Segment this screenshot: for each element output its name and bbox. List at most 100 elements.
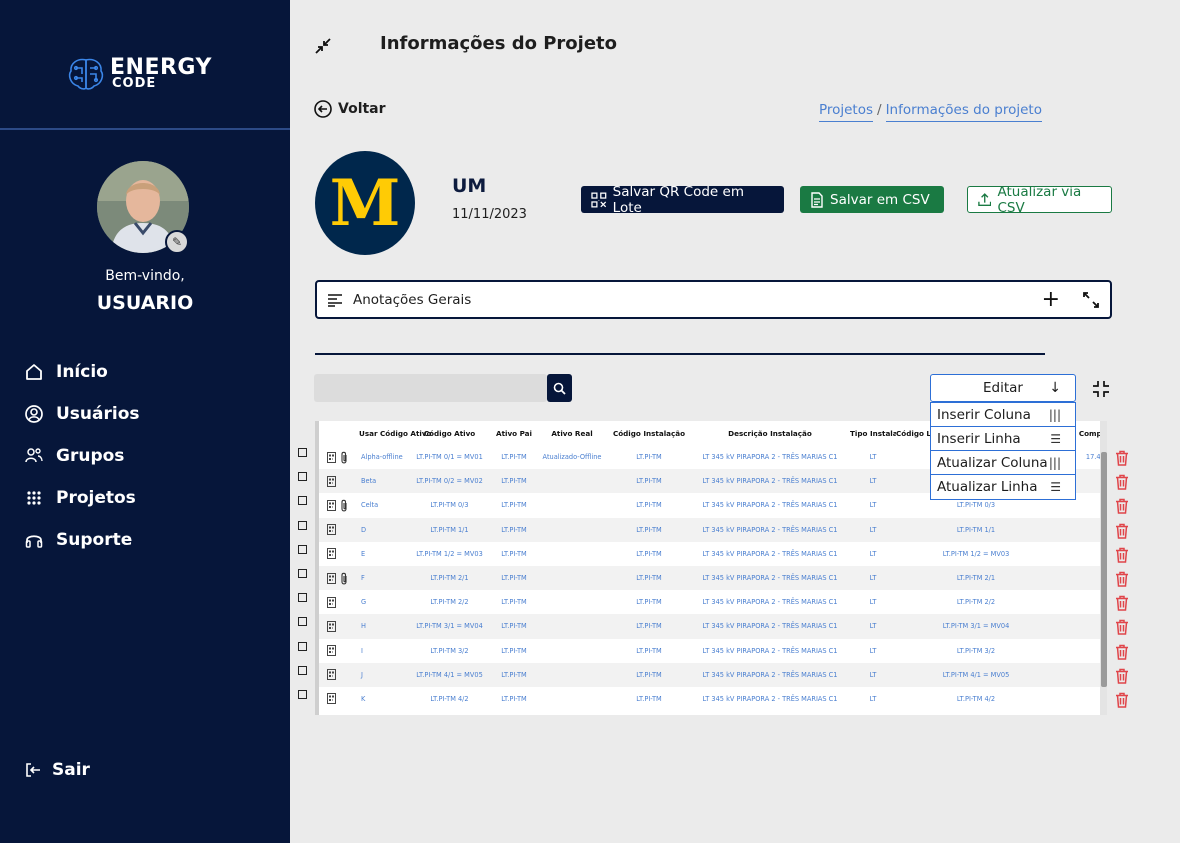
row-checkbox[interactable]: [298, 544, 307, 554]
upload-icon: [978, 193, 992, 207]
installation-type-cell: LT: [869, 598, 877, 607]
column-header[interactable]: Ativo Pai: [492, 421, 536, 445]
column-header[interactable]: Descrição Instalação: [690, 421, 850, 445]
attachment-icon[interactable]: [340, 499, 348, 512]
row-icons-cell: [319, 687, 359, 711]
installation-description-cell: LT 345 kV PIRAPORA 2 - TRÊS MARIAS C1: [702, 453, 838, 462]
table-row[interactable]: K LT.PI-TM 4/2 LT.PI-TM LT.PI-TM LT 345 kV P…: [319, 687, 1107, 711]
column-header[interactable]: Usar Código Ativo: [359, 421, 432, 445]
table-row[interactable]: G LT.PI-TM 2/2 LT.PI-TM LT.PI-TM LT 345 kV P…: [319, 590, 1107, 614]
search-button[interactable]: [547, 374, 572, 402]
back-button[interactable]: Voltar: [314, 100, 386, 118]
row-checkbox[interactable]: [298, 593, 307, 603]
qr-doc-icon[interactable]: [327, 669, 336, 681]
menu-item-update-column[interactable]: Atualizar Coluna |||: [931, 451, 1075, 475]
parent-asset-cell: LT.PI-TM: [501, 694, 527, 703]
sidebar-item-suporte[interactable]: Suporte: [24, 526, 274, 554]
collapse-icon[interactable]: [314, 37, 332, 55]
qr-doc-icon[interactable]: [327, 451, 336, 463]
row-checkbox[interactable]: [298, 665, 307, 675]
row-checkbox[interactable]: [298, 617, 307, 627]
delete-row-button[interactable]: [1115, 571, 1131, 595]
general-notes-panel[interactable]: Anotações Gerais +: [315, 280, 1112, 319]
delete-row-button[interactable]: [1115, 523, 1131, 547]
attachment-icon[interactable]: [340, 451, 348, 464]
installation-description-cell: LT 345 kV PIRAPORA 2 - TRÊS MARIAS C1: [702, 598, 838, 607]
attachment-icon[interactable]: [340, 572, 348, 585]
row-checkbox[interactable]: [298, 568, 307, 578]
qr-doc-icon[interactable]: [327, 693, 336, 705]
row-checkbox[interactable]: [298, 448, 307, 457]
delete-row-button[interactable]: [1115, 692, 1131, 716]
row-checkbox[interactable]: [298, 689, 307, 699]
table-row[interactable]: H LT.PI-TM 3/1 = MV04 LT.PI-TM LT.PI-TM LT 3…: [319, 614, 1107, 639]
column-header[interactable]: Tipo Instalação: [850, 421, 896, 445]
delete-row-button[interactable]: [1115, 498, 1131, 522]
delete-row-button[interactable]: [1115, 547, 1131, 571]
edit-menu: Inserir Coluna ||| Inserir Linha ☰ Atual…: [930, 402, 1076, 500]
menu-item-insert-column[interactable]: Inserir Coluna |||: [931, 403, 1075, 427]
installation-code-cell: LT.PI-TM: [636, 549, 662, 558]
logout-button[interactable]: Sair: [24, 760, 90, 780]
table-row[interactable]: I LT.PI-TM 3/2 LT.PI-TM LT.PI-TM LT 345 kV P…: [319, 639, 1107, 663]
save-qr-batch-button[interactable]: Salvar QR Code em Lote: [581, 184, 784, 216]
qr-doc-icon[interactable]: [327, 499, 336, 511]
qr-doc-icon[interactable]: [327, 620, 336, 632]
parent-asset-cell: LT.PI-TM: [501, 501, 527, 510]
real-asset-cell: [536, 687, 608, 711]
delete-row-button[interactable]: [1115, 619, 1131, 643]
qr-doc-icon[interactable]: [327, 572, 336, 584]
column-header[interactable]: Código Instalação: [608, 421, 690, 445]
qr-doc-icon[interactable]: [327, 645, 336, 657]
row-checkbox[interactable]: [298, 641, 307, 651]
parent-asset-cell: LT.PI-TM: [492, 565, 536, 591]
row-checkbox[interactable]: [298, 472, 307, 482]
table-row[interactable]: E LT.PI-TM 1/2 = MV03 LT.PI-TM LT.PI-TM LT 3…: [319, 542, 1107, 566]
installation-description-cell: LT 345 kV PIRAPORA 2 - TRÊS MARIAS C1: [690, 517, 850, 542]
table-scrollbar[interactable]: [1101, 452, 1107, 687]
breadcrumb-projetos[interactable]: Projetos: [818, 102, 874, 122]
installation-type-cell: LT: [850, 517, 896, 542]
qr-doc-icon[interactable]: [327, 524, 336, 536]
delete-row-button[interactable]: [1115, 644, 1131, 668]
table-row[interactable]: F LT.PI-TM 2/1 LT.PI-TM LT.PI-TM LT 345 kV P…: [319, 565, 1107, 591]
installation-code-cell: LT.PI-TM: [636, 598, 662, 607]
add-note-icon[interactable]: +: [1042, 287, 1060, 312]
delete-row-button[interactable]: [1115, 474, 1131, 498]
qr-code-icon: [591, 192, 607, 207]
sidebar-item-projetos[interactable]: Projetos: [24, 484, 274, 512]
delete-row-button[interactable]: [1115, 450, 1131, 474]
asset-code-usar-cell: D: [359, 517, 407, 542]
row-checkbox[interactable]: [298, 520, 307, 530]
sidebar-item-usuarios[interactable]: Usuários: [24, 400, 274, 428]
column-header[interactable]: Ativo Real: [536, 421, 608, 445]
edit-avatar-button[interactable]: ✎: [165, 230, 189, 254]
sidebar-item-grupos[interactable]: Grupos: [24, 442, 274, 470]
table-row[interactable]: J LT.PI-TM 4/1 = MV05 LT.PI-TM LT.PI-TM LT 3…: [319, 662, 1107, 687]
brand-logo: ENERGY CODE: [66, 56, 212, 92]
row-icons-cell: [319, 565, 359, 591]
edit-dropdown[interactable]: Editar ↓: [930, 374, 1076, 402]
update-csv-button[interactable]: Atualizar via CSV: [967, 184, 1112, 216]
expand-icon[interactable]: [1082, 291, 1100, 309]
qr-doc-icon[interactable]: [327, 475, 336, 487]
table-row[interactable]: D LT.PI-TM 1/1 LT.PI-TM LT.PI-TM LT 345 kV P…: [319, 517, 1107, 542]
delete-row-button[interactable]: [1115, 668, 1131, 692]
breadcrumb-current[interactable]: Informações do projeto: [885, 102, 1042, 122]
location-code-cell: LT.PI-TM 3/1 = MV04: [896, 614, 1056, 639]
menu-item-insert-row[interactable]: Inserir Linha ☰: [931, 427, 1075, 451]
parent-asset-cell: LT.PI-TM: [501, 598, 527, 607]
group-icon: [25, 448, 43, 463]
row-checkbox[interactable]: [298, 496, 307, 506]
menu-item-update-row[interactable]: Atualizar Linha ☰: [931, 475, 1075, 499]
asset-code-usar-cell: F: [359, 565, 407, 591]
trash-icon: [1116, 692, 1128, 708]
shrink-icon[interactable]: [1092, 380, 1110, 398]
qr-doc-icon[interactable]: [327, 548, 336, 560]
sidebar-item-inicio[interactable]: Início: [24, 358, 274, 386]
search-input[interactable]: [314, 374, 547, 402]
qr-doc-icon[interactable]: [327, 596, 336, 608]
save-csv-button[interactable]: Salvar em CSV: [800, 186, 944, 213]
delete-row-button[interactable]: [1115, 595, 1131, 619]
brain-icon: [68, 58, 104, 90]
